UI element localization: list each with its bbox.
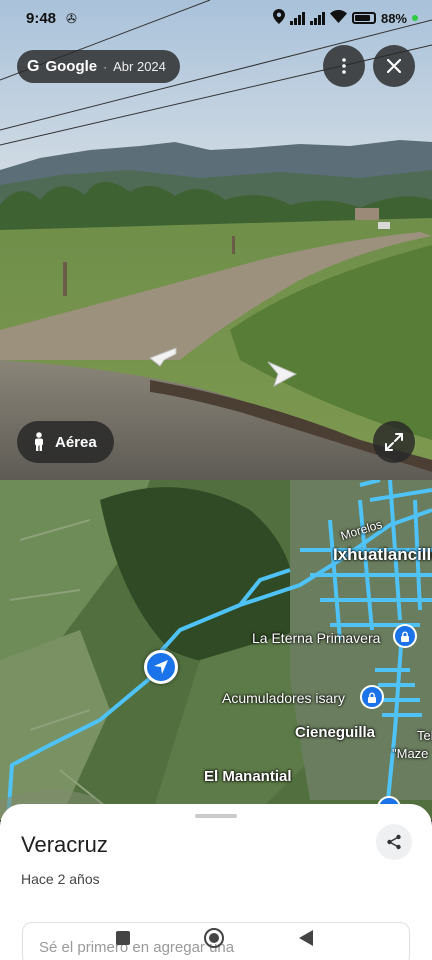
close-button[interactable] bbox=[373, 45, 415, 87]
status-icons: 88% bbox=[272, 9, 418, 27]
home-icon bbox=[204, 928, 224, 948]
share-button[interactable] bbox=[376, 824, 412, 860]
map-label-el-manantial: El Manantial bbox=[204, 768, 292, 785]
map-label-tele[interactable]: Tele bbox=[417, 728, 432, 743]
location-icon bbox=[272, 9, 285, 27]
map-view[interactable]: Morelos Ixhuatlancillo La Eterna Primave… bbox=[0, 480, 432, 820]
aerial-view-button[interactable]: Aérea bbox=[17, 421, 114, 463]
map-label-maze[interactable]: "Maze bbox=[392, 746, 428, 761]
map-pin-acumuladores[interactable] bbox=[360, 685, 384, 709]
expand-icon bbox=[385, 433, 403, 451]
brand-label: Google bbox=[45, 58, 98, 75]
fan-icon: ✇ bbox=[66, 11, 77, 26]
fullscreen-button[interactable] bbox=[373, 421, 415, 463]
separator-dot: · bbox=[103, 59, 108, 74]
lock-icon bbox=[401, 631, 409, 642]
map-pin-eterna-primavera[interactable] bbox=[393, 624, 417, 648]
wifi-icon bbox=[329, 9, 347, 26]
map-label-acumuladores[interactable]: Acumuladores isary bbox=[222, 690, 345, 706]
nav-arrow-right-icon[interactable] bbox=[266, 360, 298, 388]
back-icon bbox=[299, 930, 313, 946]
system-nav-bar bbox=[0, 916, 432, 960]
back-button[interactable] bbox=[294, 926, 318, 950]
signal-icon bbox=[289, 11, 305, 25]
map-label-eterna-primavera[interactable]: La Eterna Primavera bbox=[252, 630, 380, 646]
privacy-dot-icon bbox=[412, 15, 418, 21]
streetview-position-marker[interactable] bbox=[144, 650, 178, 684]
place-subtitle: Hace 2 años bbox=[21, 871, 100, 887]
battery-percent: 88% bbox=[380, 10, 407, 26]
lock-icon bbox=[368, 692, 376, 703]
recents-icon bbox=[116, 931, 130, 945]
home-button[interactable] bbox=[202, 926, 226, 950]
imagery-date: Abr 2024 bbox=[113, 59, 166, 74]
map-label-cieneguilla: Cieneguilla bbox=[295, 724, 376, 741]
clock: 9:48 bbox=[26, 10, 57, 27]
more-options-button[interactable] bbox=[323, 45, 365, 87]
street-view-panorama[interactable]: 9:48 ✇ 88% G Google · Abr 2024 Aérea bbox=[0, 0, 432, 480]
recents-button[interactable] bbox=[111, 926, 135, 950]
aerial-label: Aérea bbox=[55, 433, 97, 451]
close-icon bbox=[387, 59, 401, 73]
map-label-ixhuatlancillo: Ixhuatlancillo bbox=[333, 545, 432, 564]
nav-arrow-left-icon[interactable] bbox=[146, 346, 178, 368]
direction-arrow-icon bbox=[154, 660, 168, 674]
place-title: Veracruz bbox=[21, 832, 108, 857]
battery-icon bbox=[351, 12, 376, 24]
signal-icon-2 bbox=[309, 11, 325, 25]
imagery-date-pill[interactable]: G Google · Abr 2024 bbox=[17, 50, 180, 83]
google-g-icon: G bbox=[27, 57, 40, 75]
drag-handle[interactable] bbox=[195, 814, 237, 818]
share-icon bbox=[387, 834, 401, 850]
more-vert-icon bbox=[342, 58, 346, 74]
status-bar: 9:48 ✇ 88% bbox=[0, 0, 432, 40]
pegman-icon bbox=[35, 432, 43, 451]
